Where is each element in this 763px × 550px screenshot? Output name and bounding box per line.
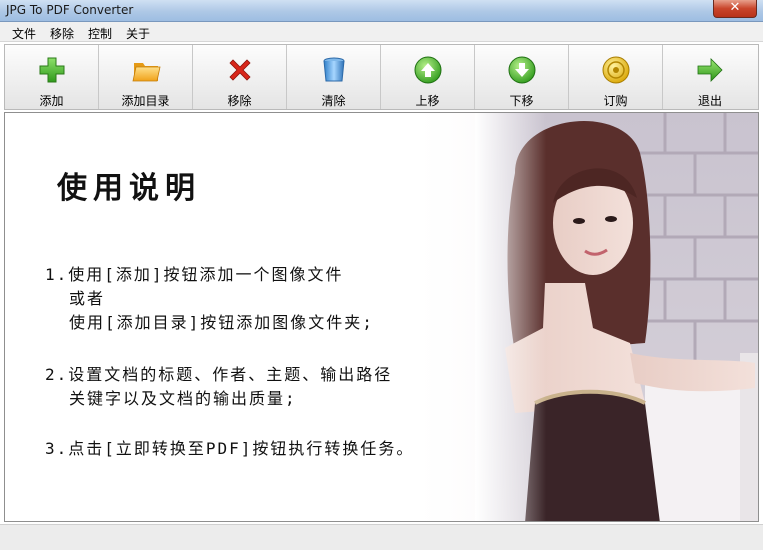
add-folder-button-label: 添加目录 xyxy=(121,94,170,108)
instruction-step-2-cont: 关键字以及文档的输出质量; xyxy=(69,389,297,408)
menu-remove[interactable]: 移除 xyxy=(50,25,74,42)
order-button-label: 订购 xyxy=(603,94,628,108)
title-bar: JPG To PDF Converter ✕ xyxy=(0,0,763,22)
add-plus-icon xyxy=(39,57,64,83)
trash-bin-icon xyxy=(323,57,344,82)
add-folder-button[interactable]: 添加目录 xyxy=(99,45,193,109)
instructions-heading: 使用说明 xyxy=(57,171,201,206)
order-button[interactable]: 订购 xyxy=(569,45,663,109)
instructions-panel: 使用说明 1.使用[添加]按钮添加一个图像文件 或者 使用[添加目录]按钮添加图… xyxy=(4,112,759,522)
status-bar xyxy=(0,524,763,550)
move-down-button-label: 下移 xyxy=(509,94,534,108)
exit-arrow-icon xyxy=(697,58,723,82)
move-up-button-label: 上移 xyxy=(415,94,440,108)
instruction-step-1: 1.使用[添加]按钮添加一个图像文件 xyxy=(45,265,344,284)
menu-bar: 文件 移除 控制 关于 xyxy=(0,22,763,42)
exit-button[interactable]: 退出 xyxy=(663,45,757,109)
menu-control[interactable]: 控制 xyxy=(88,25,112,42)
add-button-label: 添加 xyxy=(39,94,64,108)
exit-button-label: 退出 xyxy=(697,94,722,108)
remove-button[interactable]: 移除 xyxy=(193,45,287,109)
window-close-button[interactable]: ✕ xyxy=(713,0,757,18)
clear-button[interactable]: 清除 xyxy=(287,45,381,109)
model-photo-image xyxy=(475,113,758,521)
instruction-step-1-alt: 使用[添加目录]按钮添加图像文件夹; xyxy=(69,313,374,332)
add-button[interactable]: 添加 xyxy=(5,45,99,109)
instruction-or: 或者 xyxy=(69,289,106,308)
close-icon: ✕ xyxy=(729,0,741,15)
red-x-icon xyxy=(228,59,251,81)
window-title: JPG To PDF Converter xyxy=(6,3,134,17)
move-up-button[interactable]: 上移 xyxy=(381,45,475,109)
remove-button-label: 移除 xyxy=(227,94,252,108)
gold-coin-icon xyxy=(602,56,629,84)
clear-button-label: 清除 xyxy=(321,94,346,108)
toolbar: 添加 添加目录 移除 清除 上移 下移 订购 退出 xyxy=(4,44,759,110)
up-arrow-icon xyxy=(414,56,441,84)
instruction-step-2: 2.设置文档的标题、作者、主题、输出路径 xyxy=(45,365,393,384)
folder-icon xyxy=(132,63,160,82)
move-down-button[interactable]: 下移 xyxy=(475,45,569,109)
menu-file[interactable]: 文件 xyxy=(12,25,36,42)
down-arrow-icon xyxy=(508,56,535,84)
menu-about[interactable]: 关于 xyxy=(126,25,150,42)
instruction-step-3: 3.点击[立即转换至PDF]按钮执行转换任务。 xyxy=(45,439,415,458)
